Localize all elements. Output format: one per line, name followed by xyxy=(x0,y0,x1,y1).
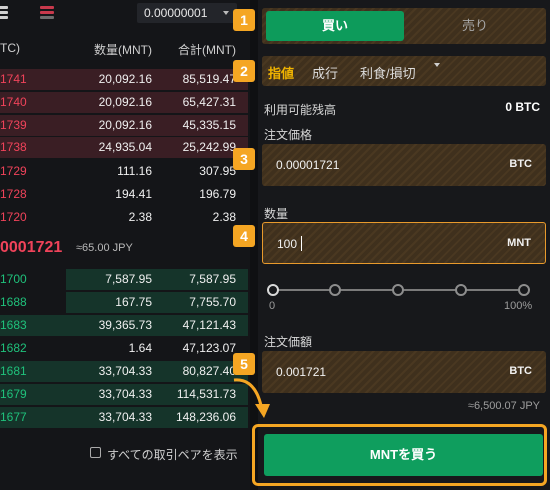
step-badge-4: 4 xyxy=(233,225,255,247)
step-badge-2: 2 xyxy=(233,60,255,82)
curved-arrow-icon xyxy=(233,378,270,418)
step-badge-5: 5 xyxy=(233,353,255,375)
arrow-head xyxy=(255,404,270,418)
step-badge-3: 3 xyxy=(233,148,255,170)
step-badge-1: 1 xyxy=(233,9,255,31)
